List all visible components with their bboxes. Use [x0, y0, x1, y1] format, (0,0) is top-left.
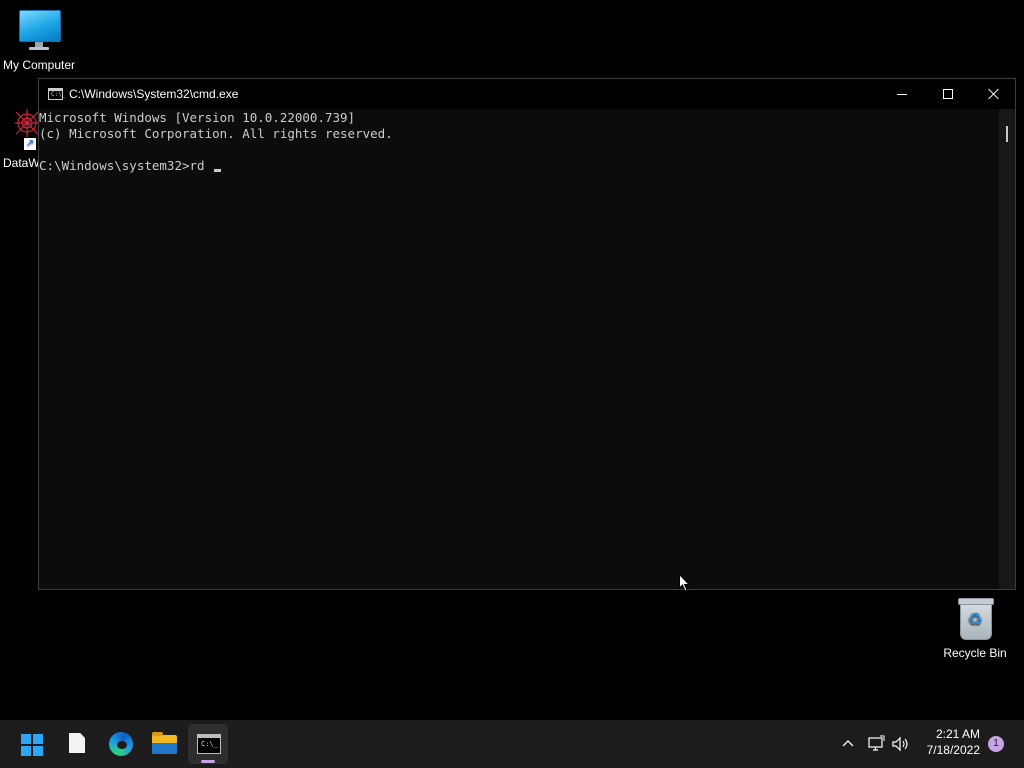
chevron-up-icon[interactable] — [838, 734, 858, 754]
console-output[interactable]: Microsoft Windows [Version 10.0.22000.73… — [39, 109, 999, 589]
desktop-icon-label: DataW — [3, 156, 40, 170]
mouse-pointer-icon — [679, 574, 691, 592]
edge-icon — [109, 732, 133, 756]
console-prompt: C:\Windows\system32>rd — [39, 158, 213, 173]
minimize-button[interactable] — [879, 79, 925, 109]
taskbar-file[interactable] — [57, 724, 97, 764]
vertical-scrollbar[interactable] — [999, 109, 1015, 589]
windows-start-icon — [21, 734, 43, 756]
console-prompt-line[interactable]: C:\Windows\system32>rd — [39, 158, 222, 174]
clock-time: 2:21 AM — [935, 727, 980, 741]
monitor-icon — [17, 8, 61, 56]
close-icon — [988, 88, 1000, 100]
text-cursor — [214, 169, 222, 172]
app-shortcut-icon: ↗ — [10, 108, 40, 150]
desktop-icon-dataw[interactable]: ↗ DataW — [0, 108, 40, 170]
desktop-icon-label: Recycle Bin — [943, 646, 1007, 660]
cmd-icon-text: C:\_ — [201, 740, 218, 748]
notification-badge[interactable]: 1 — [988, 736, 1004, 752]
recycle-bin-icon: ♻ — [955, 596, 995, 642]
close-button[interactable] — [971, 79, 1017, 109]
cmd-icon: C:\_ — [48, 88, 66, 100]
system-clock[interactable]: 2:21 AM 7/18/2022 — [916, 726, 980, 758]
folder-icon — [152, 732, 177, 754]
desktop: My Computer ↗ DataW ♻ Recycle Bin C:\_ C… — [0, 0, 1024, 720]
desktop-icon-recycle-bin[interactable]: ♻ Recycle Bin — [940, 596, 1010, 660]
window-titlebar[interactable]: C:\_ C:\Windows\System32\cmd.exe — [39, 79, 1015, 109]
minimize-icon — [897, 94, 907, 95]
desktop-icon-label: My Computer — [2, 58, 76, 72]
shortcut-arrow-icon: ↗ — [24, 138, 36, 150]
scrollbar-thumb[interactable] — [1006, 126, 1008, 142]
active-app-indicator — [201, 760, 215, 763]
taskbar-edge[interactable] — [101, 724, 141, 764]
console-line: Microsoft Windows [Version 10.0.22000.73… — [39, 110, 356, 125]
desktop-icon-my-computer[interactable]: My Computer — [0, 8, 78, 72]
file-icon — [69, 733, 85, 753]
volume-icon[interactable] — [890, 734, 910, 754]
window-title: C:\Windows\System32\cmd.exe — [69, 87, 239, 101]
maximize-icon — [943, 89, 953, 99]
clock-date: 7/18/2022 — [926, 743, 980, 757]
taskbar: C:\_ 2:21 AM 7/18/2022 1 — [0, 720, 1024, 768]
taskbar-file-explorer[interactable] — [144, 724, 184, 764]
network-icon[interactable] — [866, 734, 886, 754]
start-button[interactable] — [12, 724, 52, 764]
cmd-icon-text: C:\_ — [51, 91, 66, 98]
console-line: (c) Microsoft Corporation. All rights re… — [39, 126, 393, 141]
taskbar-command-prompt[interactable]: C:\_ — [188, 724, 228, 764]
maximize-button[interactable] — [925, 79, 971, 109]
cmd-icon: C:\_ — [197, 734, 221, 754]
cmd-window[interactable]: C:\_ C:\Windows\System32\cmd.exe Microso… — [38, 78, 1016, 590]
